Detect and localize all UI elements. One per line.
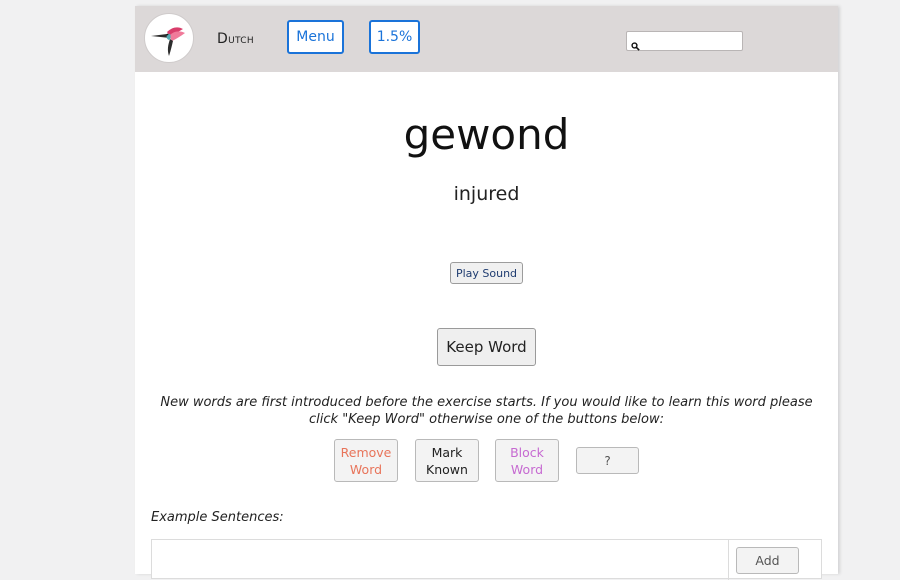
language-label[interactable]: Dutch bbox=[217, 31, 254, 47]
add-sentence-button[interactable]: Add bbox=[736, 547, 799, 574]
remove-line2: Word bbox=[349, 461, 383, 477]
remove-line1: Remove bbox=[340, 444, 392, 460]
target-word: gewond bbox=[403, 110, 570, 159]
app-container: Dutch Menu 1.5% gewond injured Play Soun… bbox=[135, 6, 838, 580]
language-rest: utch bbox=[228, 32, 254, 47]
mark-known-button[interactable]: Mark Known bbox=[415, 439, 479, 482]
help-button[interactable]: ? bbox=[576, 447, 639, 474]
remove-word-button[interactable]: Remove Word bbox=[334, 439, 398, 482]
known-line1: Mark bbox=[431, 444, 463, 460]
language-initial: D bbox=[217, 31, 229, 47]
block-word-button[interactable]: Block Word bbox=[495, 439, 559, 482]
progress-button[interactable]: 1.5% bbox=[369, 20, 420, 54]
hummingbird-logo-icon[interactable] bbox=[144, 13, 194, 63]
block-line2: Word bbox=[510, 461, 544, 477]
search-icon bbox=[631, 36, 640, 55]
header-bar: Dutch Menu 1.5% bbox=[135, 6, 838, 72]
instruction-note: New words are first introduced before th… bbox=[160, 395, 813, 427]
search-input[interactable] bbox=[643, 33, 739, 49]
example-sentences-label: Example Sentences: bbox=[151, 510, 284, 525]
table-divider bbox=[728, 540, 729, 580]
menu-button[interactable]: Menu bbox=[287, 20, 344, 54]
play-sound-button[interactable]: Play Sound bbox=[450, 262, 523, 284]
search-box[interactable] bbox=[626, 31, 743, 51]
block-line1: Block bbox=[510, 444, 544, 460]
word-translation: injured bbox=[453, 183, 520, 205]
example-sentences-table: Add bbox=[151, 539, 822, 580]
keep-word-button[interactable]: Keep Word bbox=[437, 328, 536, 366]
known-line2: Known bbox=[426, 461, 468, 477]
